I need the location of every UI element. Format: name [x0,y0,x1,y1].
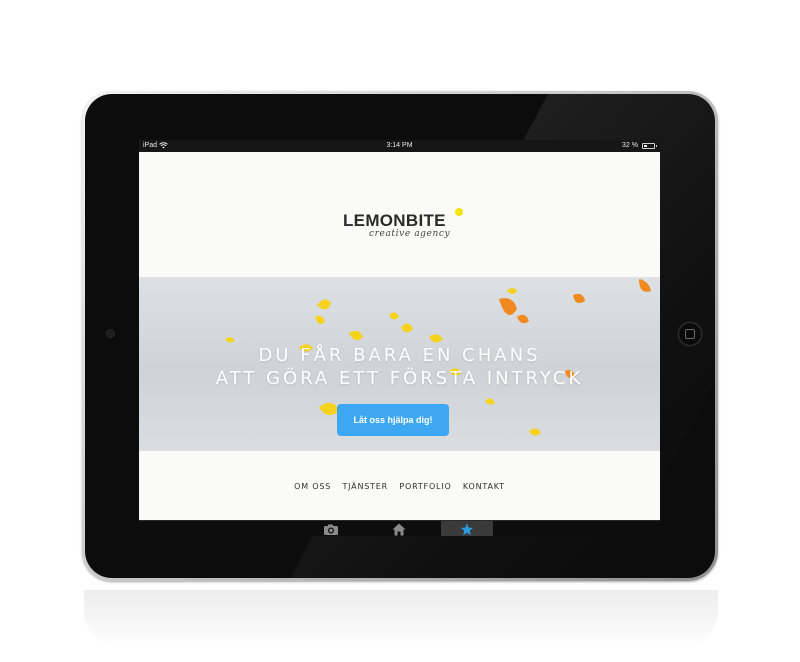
battery-icon [642,143,657,149]
device-reflection [84,590,718,650]
hero-headline-line-2: ATT GÖRA ETT FÖRSTA INTRYCK [215,368,584,389]
petal [529,428,541,436]
battery-percent: 32 % [622,142,638,149]
tab-bar [139,520,660,536]
status-time: 3:14 PM [386,142,413,149]
petal [499,298,517,316]
petal [315,315,325,325]
star-icon [460,523,474,535]
front-camera-icon [106,329,115,338]
web-page: LEMONBITE creative agency DU FÅR BARA EN… [139,152,660,520]
home-button-square-icon [685,329,695,339]
nav-item-kontakt[interactable]: KONTAKT [463,482,505,491]
petal [485,398,495,405]
petal [401,323,413,333]
logo-wordmark: LEMONBITE [343,211,446,230]
petal [517,314,529,324]
help-cta-button[interactable]: Låt oss hjälpa dig! [337,404,449,436]
site-logo[interactable]: LEMONBITE creative agency [343,208,463,243]
tab-camera[interactable] [305,521,357,536]
petal [429,334,443,343]
nav-item-portfolio[interactable]: PORTFOLIO [399,482,451,491]
ipad-device: iPad 3:14 PM 32 % LEMONBITE creative age… [82,91,718,581]
status-bar: iPad 3:14 PM 32 % [139,140,660,152]
petal [319,402,339,416]
nav-item-tjanster[interactable]: TJÄNSTER [342,482,388,491]
petal [573,293,585,303]
home-icon [392,523,406,535]
tab-home[interactable] [373,521,425,536]
petal [225,337,235,343]
camera-icon [324,524,338,535]
hero-banner: DU FÅR BARA EN CHANS ATT GÖRA ETT FÖRSTA… [139,277,660,451]
ipad-screen: iPad 3:14 PM 32 % LEMONBITE creative age… [139,140,660,536]
tab-favorites[interactable] [441,521,493,536]
logo-dot-icon [455,208,463,216]
petal [389,312,399,320]
petal [349,330,363,341]
ipad-bezel: iPad 3:14 PM 32 % LEMONBITE creative age… [85,94,715,578]
site-nav: OM OSS TJÄNSTER PORTFOLIO KONTAKT [139,482,660,491]
home-button[interactable] [678,322,702,346]
petal [507,288,517,294]
nav-item-om-oss[interactable]: OM OSS [294,482,331,491]
petal [317,299,331,310]
hero-headline-line-1: DU FÅR BARA EN CHANS [258,345,541,366]
petal [639,279,651,292]
logo-tagline: creative agency [369,229,451,239]
